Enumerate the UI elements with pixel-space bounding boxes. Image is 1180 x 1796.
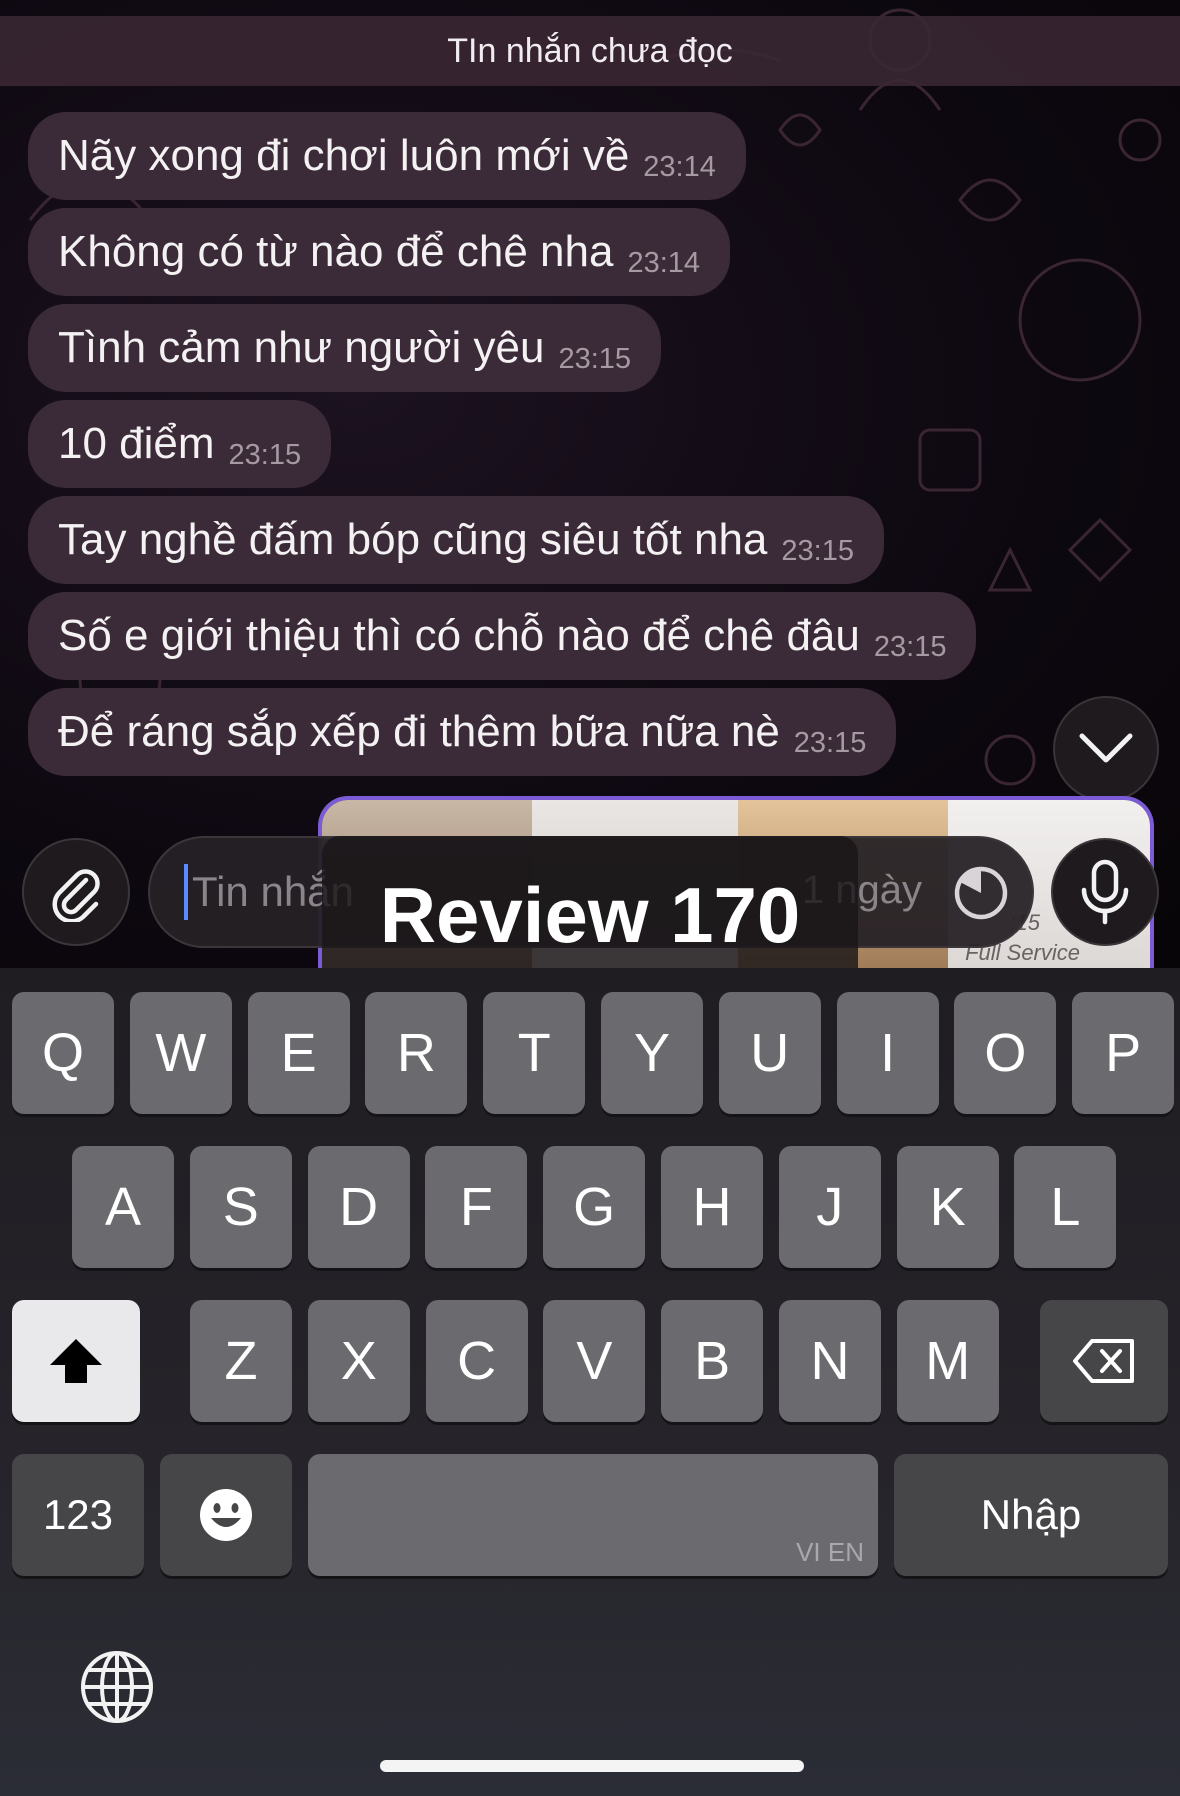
message-bubble[interactable]: Tình cảm như người yêu 23:15: [28, 304, 662, 392]
message-bubble[interactable]: 10 điểm 23:15: [28, 400, 332, 488]
space-language-indicator: VI EN: [796, 1537, 864, 1567]
message-text: Tay nghề đấm bóp cũng siêu tốt nha: [58, 515, 768, 564]
message-bubble[interactable]: Tay nghề đấm bóp cũng siêu tốt nha 23:15: [28, 496, 884, 584]
message-time: 23:15: [873, 630, 947, 663]
key-i[interactable]: I: [836, 992, 939, 1114]
key-v[interactable]: V: [543, 1300, 646, 1422]
message-bubble[interactable]: Số e giới thiệu thì có chỗ nào để chê đâ…: [28, 592, 977, 680]
message-text: Tình cảm như người yêu: [58, 323, 545, 372]
key-d[interactable]: D: [307, 1146, 410, 1268]
onscreen-keyboard: QWERTYUIOP ASDFGHJKL ZXCVBNM 123 VI EN N…: [0, 968, 1180, 1796]
shift-key[interactable]: [12, 1300, 140, 1422]
message-text: Số e giới thiệu thì có chỗ nào để chê đâ…: [58, 611, 860, 660]
return-key[interactable]: Nhập: [894, 1454, 1168, 1576]
key-k[interactable]: K: [896, 1146, 999, 1268]
message-time: 23:15: [781, 534, 854, 567]
key-g[interactable]: G: [543, 1146, 646, 1268]
key-c[interactable]: C: [425, 1300, 528, 1422]
attach-button[interactable]: [22, 838, 130, 946]
key-x[interactable]: X: [307, 1300, 410, 1422]
message-bubble[interactable]: Không có từ nào để chê nha 23:14: [28, 208, 731, 296]
shift-arrow-icon: [50, 1339, 102, 1383]
message-text: 10 điểm: [58, 419, 215, 468]
key-j[interactable]: J: [778, 1146, 881, 1268]
key-u[interactable]: U: [718, 992, 821, 1114]
backspace-key[interactable]: [1040, 1300, 1168, 1422]
key-f[interactable]: F: [425, 1146, 528, 1268]
scroll-to-bottom-button[interactable]: [1053, 696, 1159, 802]
key-y[interactable]: Y: [601, 992, 703, 1114]
key-o[interactable]: O: [954, 992, 1057, 1114]
key-q[interactable]: Q: [12, 992, 114, 1114]
review-overlay-label: Review 170: [322, 836, 858, 968]
key-a[interactable]: A: [72, 1146, 174, 1268]
key-m[interactable]: M: [896, 1300, 999, 1422]
key-r[interactable]: R: [365, 992, 468, 1114]
key-p[interactable]: P: [1072, 992, 1175, 1114]
key-h[interactable]: H: [661, 1146, 763, 1268]
message-bubble[interactable]: Nãy xong đi chơi luôn mới về 23:14: [28, 112, 746, 200]
key-b[interactable]: B: [661, 1300, 764, 1422]
message-text: Nãy xong đi chơi luôn mới về: [58, 131, 630, 180]
message-text: Để ráng sắp xếp đi thêm bữa nữa nè: [58, 707, 780, 756]
voice-message-button[interactable]: [1051, 838, 1159, 946]
message-time: 23:15: [558, 342, 632, 375]
message-time: 23:14: [643, 150, 716, 183]
message-bubble[interactable]: Để ráng sắp xếp đi thêm bữa nữa nè 23:15: [28, 688, 897, 776]
key-e[interactable]: E: [247, 992, 350, 1114]
numbers-key[interactable]: 123: [12, 1454, 144, 1576]
text-caret: [184, 864, 188, 920]
key-z[interactable]: Z: [190, 1300, 292, 1422]
key-w[interactable]: W: [129, 992, 232, 1114]
unread-messages-banner: TIn nhắn chưa đọc: [0, 16, 1180, 86]
backspace-icon: [1073, 1339, 1134, 1383]
key-s[interactable]: S: [189, 1146, 292, 1268]
timer-icon[interactable]: [952, 864, 1010, 922]
key-t[interactable]: T: [483, 992, 586, 1114]
microphone-icon: [1081, 859, 1129, 925]
key-n[interactable]: N: [779, 1300, 881, 1422]
key-l[interactable]: L: [1014, 1146, 1117, 1268]
message-time: 23:15: [793, 726, 867, 759]
message-time: 23:14: [627, 246, 701, 279]
message-text: Không có từ nào để chê nha: [58, 227, 614, 276]
chevron-down-icon: [1079, 733, 1133, 763]
emoji-key[interactable]: [160, 1454, 292, 1576]
space-key[interactable]: VI EN: [308, 1454, 878, 1576]
paperclip-icon: [52, 869, 100, 922]
globe-icon[interactable]: [78, 1648, 156, 1726]
message-time: 23:15: [228, 438, 302, 471]
chat-area: TIn nhắn chưa đọc Nãy xong đi chơi luôn …: [0, 0, 1180, 968]
home-indicator[interactable]: [380, 1760, 804, 1772]
emoji-icon: [200, 1489, 252, 1541]
